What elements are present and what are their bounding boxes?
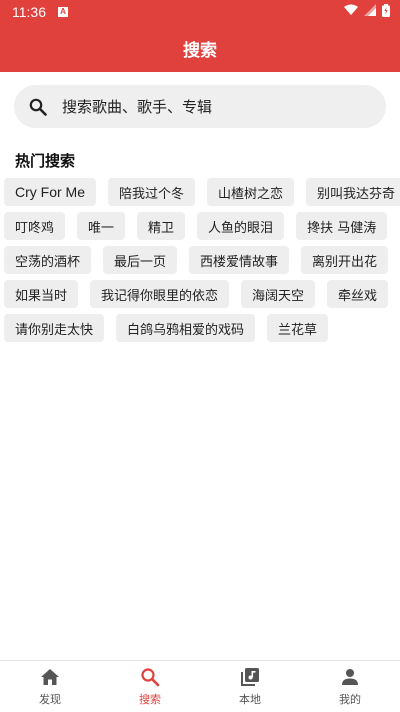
wifi-icon (344, 4, 358, 20)
hot-search-tag[interactable]: 精卫 (137, 212, 186, 240)
tag-row: 请你别走太快 白鸽乌鸦相爱的戏码 兰花草 (4, 314, 396, 342)
nav-item-local[interactable]: 本地 (200, 661, 300, 712)
hot-search-tag[interactable]: 请你别走太快 (4, 314, 105, 342)
hot-search-tag[interactable]: 搀扶 马健涛 (296, 212, 388, 240)
hot-search-tag[interactable]: 西楼爱情故事 (189, 246, 290, 274)
hot-search-tag[interactable]: 我记得你眼里的依恋 (90, 280, 230, 308)
nav-item-discover[interactable]: 发现 (0, 661, 100, 712)
hot-search-title: 热门搜索 (15, 152, 76, 170)
hot-search-tag[interactable]: 陪我过个冬 (108, 178, 196, 206)
hot-search-tags: Cry For Me 陪我过个冬 山楂树之恋 别叫我达芬奇 叮咚鸡 唯一 精卫 … (4, 178, 400, 348)
tag-row: 叮咚鸡 唯一 精卫 人鱼的眼泪 搀扶 马健涛 (4, 212, 396, 240)
status-bar: 11:36 A (0, 0, 400, 24)
hot-search-tag[interactable]: 如果当时 (4, 280, 79, 308)
nav-item-search[interactable]: 搜索 (100, 661, 200, 712)
hot-search-tag[interactable]: 人鱼的眼泪 (197, 212, 285, 240)
tag-row: 如果当时 我记得你眼里的依恋 海阔天空 牵丝戏 (4, 280, 396, 308)
nav-item-mine[interactable]: 我的 (300, 661, 400, 712)
page-title: 搜索 (183, 40, 217, 61)
hot-search-tag[interactable]: 叮咚鸡 (4, 212, 66, 240)
nav-label-mine: 我的 (339, 693, 361, 706)
nav-label-discover: 发现 (39, 693, 61, 706)
hot-search-tag[interactable]: 海阔天空 (241, 280, 316, 308)
hot-search-tag[interactable]: 最后一页 (103, 246, 178, 274)
battery-icon (382, 3, 390, 21)
search-placeholder: 搜索歌曲、歌手、专辑 (62, 98, 213, 116)
status-time: 11:36 (12, 4, 46, 20)
hot-search-tag[interactable]: 空荡的酒杯 (4, 246, 92, 274)
status-icons (344, 3, 390, 21)
search-icon (28, 97, 48, 117)
music-library-icon (239, 666, 261, 688)
hot-search-tag[interactable]: 兰花草 (267, 314, 329, 342)
notification-a-icon: A (58, 7, 68, 17)
nav-label-search: 搜索 (139, 693, 161, 706)
home-icon (39, 666, 61, 688)
hot-search-tag[interactable]: Cry For Me (4, 178, 96, 206)
hot-search-tag[interactable]: 牵丝戏 (327, 280, 389, 308)
hot-search-tag[interactable]: 唯一 (77, 212, 126, 240)
hot-search-tag[interactable]: 别叫我达芬奇 (306, 178, 400, 206)
hot-search-tag[interactable]: 山楂树之恋 (207, 178, 295, 206)
search-icon (139, 666, 161, 688)
hot-search-tag[interactable]: 离别开出花 (301, 246, 389, 274)
signal-icon (364, 4, 376, 20)
tag-row: 空荡的酒杯 最后一页 西楼爱情故事 离别开出花 (4, 246, 396, 274)
bottom-nav: 发现 搜索 本地 我的 (0, 660, 400, 712)
search-input[interactable]: 搜索歌曲、歌手、专辑 (14, 85, 386, 128)
hot-search-tag[interactable]: 白鸽乌鸦相爱的戏码 (116, 314, 256, 342)
app-bar: 搜索 (0, 24, 400, 72)
nav-label-local: 本地 (239, 693, 261, 706)
tag-row: Cry For Me 陪我过个冬 山楂树之恋 别叫我达芬奇 (4, 178, 400, 206)
person-icon (339, 666, 361, 688)
